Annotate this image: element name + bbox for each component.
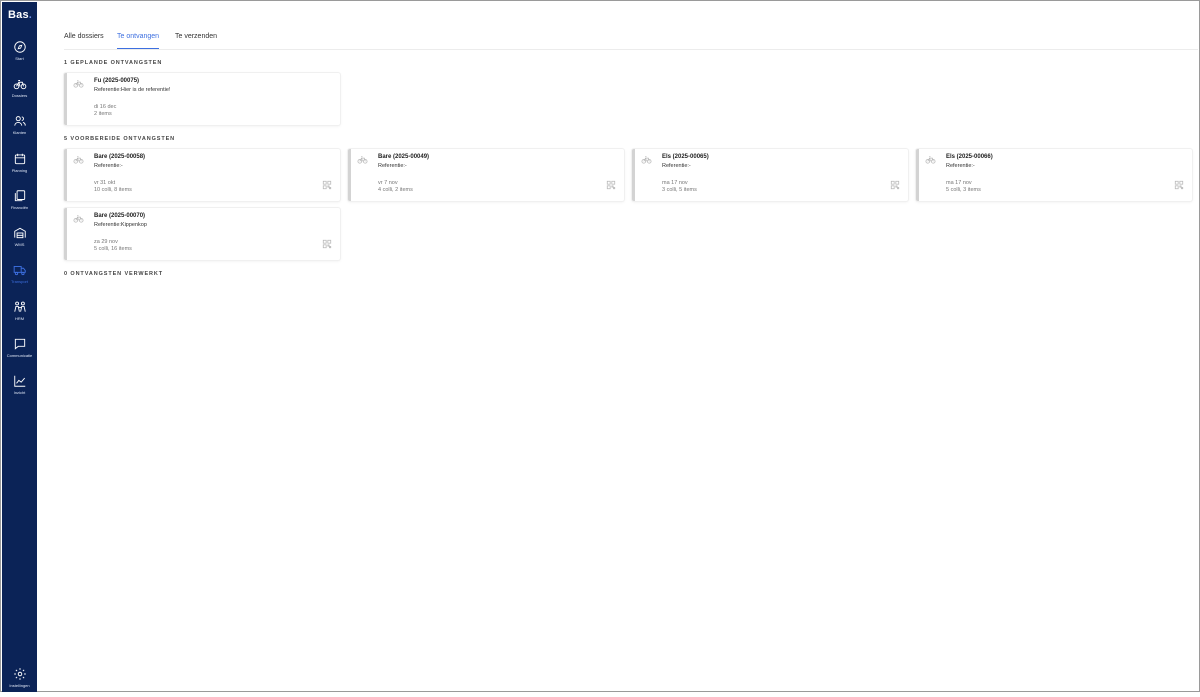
receipt-card[interactable]: Fu (2025-00075) Referentie:Hier is de re… xyxy=(64,73,340,125)
bicycle-icon xyxy=(641,156,652,164)
nav-item-financien[interactable]: Financiën xyxy=(2,189,37,219)
receipt-card[interactable]: Bare (2025-00049) Referentie:- vr 7 nov … xyxy=(348,149,624,201)
compass-icon xyxy=(13,41,26,53)
nav-label: Dossiers xyxy=(11,93,28,98)
chat-icon xyxy=(14,338,25,350)
card-title: Els (2025-00066) xyxy=(946,154,993,160)
nav-label: Instellingen xyxy=(9,683,30,688)
card-date: vr 31 okt xyxy=(94,180,116,186)
app-window: Bas. Start Dossiers Klanten Planning Fin… xyxy=(0,0,1200,692)
card-title: Bare (2025-00049) xyxy=(378,154,430,160)
card-meta: 4 colli, 2 items xyxy=(378,187,413,193)
bicycle-icon xyxy=(357,156,368,164)
card-reference: Referentie:Kippenkop xyxy=(94,222,147,228)
card-meta: 3 colli, 5 items xyxy=(662,187,697,193)
nav-label: Klanten xyxy=(12,130,27,135)
card-date: ma 17 nov xyxy=(946,180,972,186)
card-date: ma 17 nov xyxy=(662,180,688,186)
card-reference: Referentie:- xyxy=(662,163,691,169)
gear-icon xyxy=(13,668,26,680)
nav-item-transport[interactable]: Transport xyxy=(2,263,37,293)
card-title: Els (2025-00065) xyxy=(662,154,709,160)
main-content: Alle dossiers Te ontvangen Te verzenden … xyxy=(37,2,1198,690)
calendar-icon xyxy=(14,153,25,165)
receipt-card[interactable]: Bare (2025-00058) Referentie:- vr 31 okt… xyxy=(64,149,340,201)
bicycle-icon xyxy=(73,156,84,164)
tab-te-ontvangen[interactable]: Te ontvangen xyxy=(117,33,160,49)
warehouse-icon xyxy=(13,227,26,239)
chart-icon xyxy=(13,375,25,387)
nav-item-hrm[interactable]: HRM xyxy=(2,300,37,330)
tab-alle-dossiers[interactable]: Alle dossiers xyxy=(64,33,104,49)
nav-label: HRM xyxy=(14,316,25,321)
card-date: di 16 dec xyxy=(94,104,117,110)
bicycle-icon xyxy=(925,156,936,164)
nav-item-dossiers[interactable]: Dossiers xyxy=(2,77,37,107)
card-date: za 29 nov xyxy=(94,239,118,245)
nav-item-planning[interactable]: Planning xyxy=(2,152,37,182)
card-meta: 5 colli, 16 items xyxy=(94,246,132,252)
nav-label: Transport xyxy=(11,279,28,284)
card-title: Bare (2025-00070) xyxy=(94,213,146,219)
bicycle-icon xyxy=(73,80,84,88)
card-reference: Referentie:- xyxy=(94,163,123,169)
nav-label: Financiën xyxy=(10,205,29,210)
truck-icon xyxy=(13,266,26,276)
sidebar: Bas. Start Dossiers Klanten Planning Fin… xyxy=(2,2,37,692)
users-icon xyxy=(13,116,26,126)
bicycle-icon xyxy=(13,80,26,90)
nav-label: Start xyxy=(15,56,24,61)
section-title-planned: 1 GEPLANDE ONTVANGSTEN xyxy=(64,60,163,66)
card-title: Fu (2025-00075) xyxy=(94,78,140,84)
receipt-card[interactable]: Els (2025-00066) Referentie:- ma 17 nov … xyxy=(916,149,1192,201)
qr-code-icon[interactable] xyxy=(1174,180,1184,190)
nav-item-wms[interactable]: WMS xyxy=(2,226,37,256)
card-meta: 2 items xyxy=(94,111,112,117)
card-title: Bare (2025-00058) xyxy=(94,154,146,160)
qr-code-icon[interactable] xyxy=(322,180,332,190)
documents-icon xyxy=(14,190,25,202)
card-meta: 5 colli, 3 items xyxy=(946,187,981,193)
section-title-processed: 0 ONTVANGSTEN VERWERKT xyxy=(64,271,164,277)
card-reference: Referentie:- xyxy=(378,163,407,169)
nav-item-start[interactable]: Start xyxy=(2,40,37,70)
people-icon xyxy=(13,301,26,312)
tab-te-verzenden[interactable]: Te verzenden xyxy=(175,33,217,49)
nav-item-instellingen[interactable]: Instellingen xyxy=(2,667,37,697)
nav-item-inzicht[interactable]: Inzicht xyxy=(2,374,37,404)
card-date: vr 7 nov xyxy=(378,180,398,186)
qr-code-icon[interactable] xyxy=(606,180,616,190)
nav-item-klanten[interactable]: Klanten xyxy=(2,114,37,144)
nav-label: Inzicht xyxy=(13,390,26,395)
tab-bar: Alle dossiers Te ontvangen Te verzenden xyxy=(64,33,1198,50)
receipt-card[interactable]: Bare (2025-00070) Referentie:Kippenkop z… xyxy=(64,208,340,260)
nav-label: Communicatie xyxy=(6,353,33,358)
qr-code-icon[interactable] xyxy=(890,180,900,190)
section-title-prepared: 5 VOORBEREIDE ONTVANGSTEN xyxy=(64,136,176,142)
nav-label: WMS xyxy=(14,242,25,247)
nav-label: Planning xyxy=(11,168,28,173)
receipt-card[interactable]: Els (2025-00065) Referentie:- ma 17 nov … xyxy=(632,149,908,201)
qr-code-icon[interactable] xyxy=(322,239,332,249)
card-meta: 10 colli, 8 items xyxy=(94,187,132,193)
app-logo[interactable]: Bas. xyxy=(8,9,32,21)
card-reference: Referentie:- xyxy=(946,163,975,169)
card-reference: Referentie:Hier is de referentie! xyxy=(94,87,171,93)
nav-item-communicatie[interactable]: Communicatie xyxy=(2,337,37,367)
bicycle-icon xyxy=(73,215,84,223)
